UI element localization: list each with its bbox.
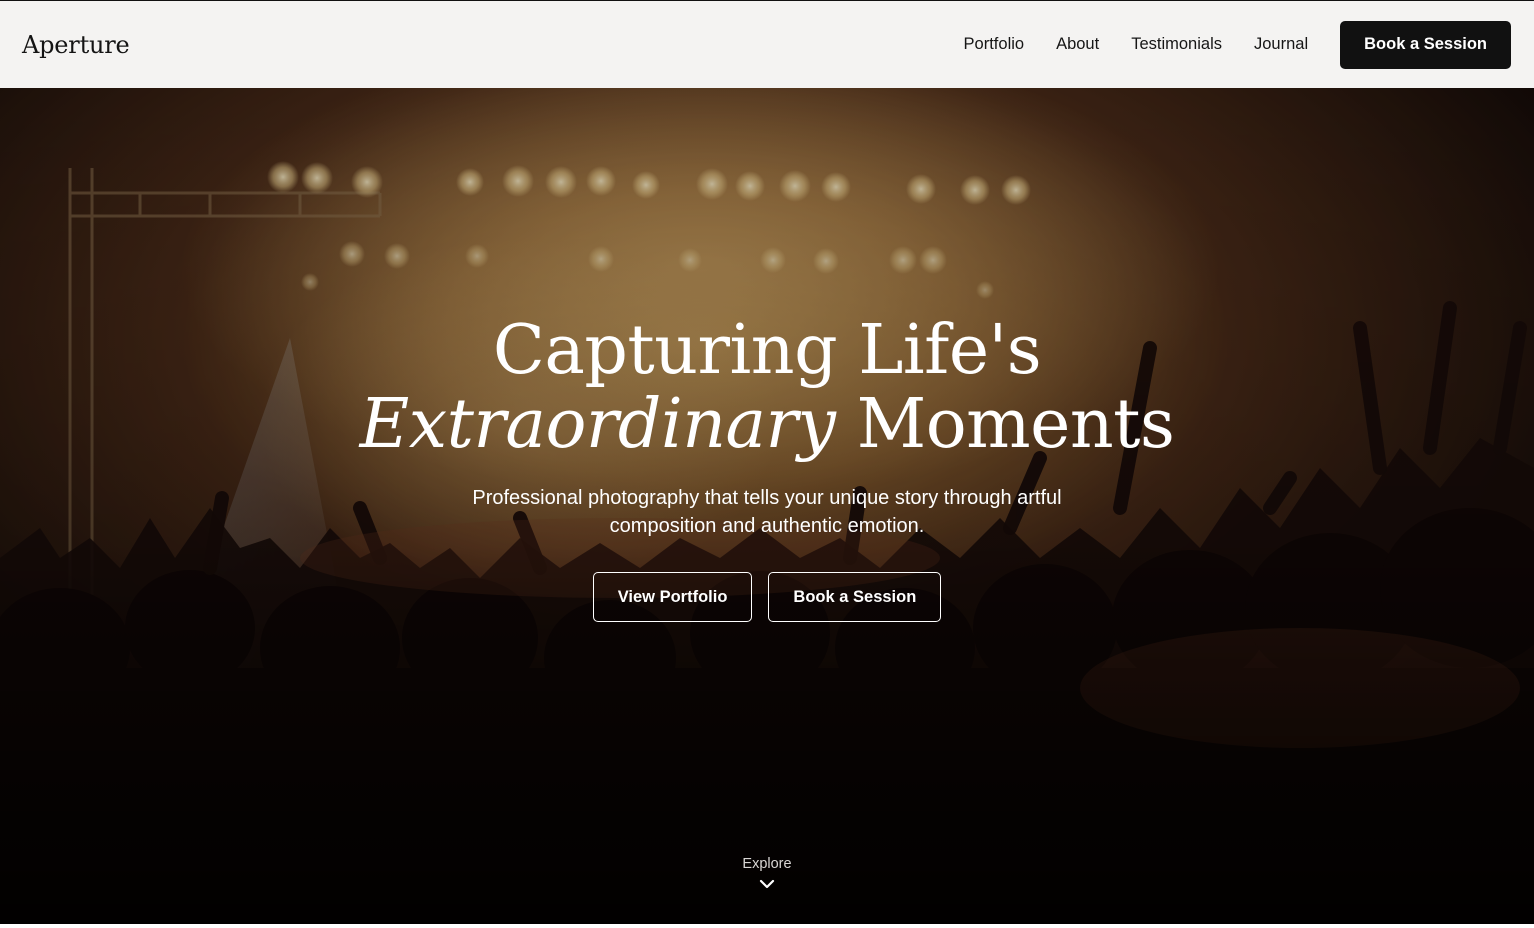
hero-title-line-2: Extraordinary Moments [0, 388, 1534, 462]
hero-title-italic: Extraordinary [359, 385, 836, 464]
book-session-hero-button[interactable]: Book a Session [768, 572, 942, 622]
main-nav: Portfolio About Testimonials Journal Boo… [964, 20, 1511, 69]
hero-subtitle: Professional photography that tells your… [472, 487, 1062, 537]
hero-title: Capturing Life's Extraordinary Moments [0, 314, 1534, 462]
bottom-strip [0, 924, 1534, 928]
nav-link-about[interactable]: About [1056, 35, 1099, 54]
explore-label: Explore [742, 856, 792, 872]
hero-content: Capturing Life's Extraordinary Moments P… [0, 314, 1534, 622]
hero-actions: View Portfolio Book a Session [0, 572, 1534, 622]
book-session-nav-button[interactable]: Book a Session [1340, 20, 1511, 69]
hero-title-line-1: Capturing Life's [492, 311, 1042, 390]
nav-link-testimonials[interactable]: Testimonials [1131, 35, 1222, 54]
nav-link-portfolio[interactable]: Portfolio [964, 35, 1025, 54]
hero-section: Capturing Life's Extraordinary Moments P… [0, 88, 1534, 924]
chevron-down-icon [759, 879, 775, 889]
view-portfolio-button[interactable]: View Portfolio [592, 572, 753, 622]
explore-scroll-link[interactable]: Explore [717, 856, 817, 890]
nav-link-journal[interactable]: Journal [1254, 35, 1308, 54]
brand-logo[interactable]: Aperture [22, 31, 130, 59]
hero-title-moments: Moments [835, 385, 1175, 464]
site-header: Aperture Portfolio About Testimonials Jo… [0, 1, 1534, 88]
